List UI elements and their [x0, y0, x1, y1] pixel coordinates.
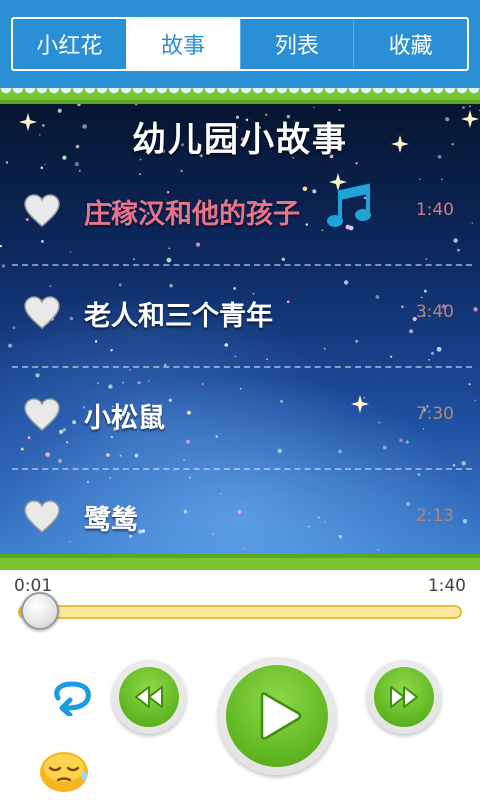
- heart-icon[interactable]: [24, 296, 60, 330]
- rewind-button[interactable]: [112, 660, 186, 734]
- heart-icon[interactable]: [24, 398, 60, 432]
- repeat-icon[interactable]: [48, 678, 96, 716]
- story-title: 庄稼汉和他的孩子: [84, 199, 300, 230]
- total-time: 1:40: [427, 576, 466, 596]
- star: [338, 109, 341, 111]
- star: [462, 106, 465, 109]
- progress-track[interactable]: [18, 605, 462, 619]
- star: [469, 105, 471, 108]
- star: [77, 104, 81, 107]
- story-duration: 1:40: [415, 200, 454, 220]
- heart-icon[interactable]: [24, 194, 60, 228]
- panel-title: 幼儿园小故事: [132, 120, 348, 160]
- fast-forward-button[interactable]: [367, 660, 441, 734]
- tab-list[interactable]: 列表: [239, 19, 354, 69]
- play-icon: [260, 692, 302, 740]
- story-title: 鹭鸶: [84, 505, 138, 536]
- rewind-icon: [135, 686, 163, 708]
- star: [134, 104, 138, 106]
- progress-thumb[interactable]: [21, 592, 59, 630]
- story-title: 老人和三个青年: [84, 301, 273, 332]
- story-item-4[interactable]: 鹭鸶 2:13: [0, 470, 480, 554]
- story-duration: 7:30: [415, 404, 454, 424]
- star: [313, 106, 315, 109]
- play-button[interactable]: [218, 657, 336, 775]
- story-panel: 幼儿园小故事 庄稼汉和他的孩子 1:40 老人和三个青年 3:40 小松鼠 7:…: [0, 104, 480, 554]
- tab-little-red-flower[interactable]: 小红花: [13, 19, 126, 69]
- story-title: 小松鼠: [84, 403, 165, 434]
- player-controls: 0:01 1:40: [0, 570, 480, 800]
- sleepy-face-icon[interactable]: [38, 746, 92, 794]
- top-bar: 小红花 故事 列表 收藏: [0, 0, 480, 88]
- story-item-2[interactable]: 老人和三个青年 3:40: [0, 266, 480, 368]
- story-item-1[interactable]: 庄稼汉和他的孩子 1:40: [0, 164, 480, 266]
- decorative-trim-bottom: [0, 554, 480, 570]
- story-duration: 3:40: [415, 302, 454, 322]
- tab-favorites[interactable]: 收藏: [353, 19, 467, 69]
- music-note-icon: [327, 183, 371, 227]
- heart-icon[interactable]: [24, 500, 60, 534]
- fast-forward-icon: [390, 686, 418, 708]
- tab-bar: 小红花 故事 列表 收藏: [11, 17, 469, 71]
- story-duration: 2:13: [415, 506, 454, 526]
- story-item-3[interactable]: 小松鼠 7:30: [0, 368, 480, 470]
- decorative-trim-top: [0, 88, 480, 104]
- tab-stories[interactable]: 故事: [125, 19, 240, 69]
